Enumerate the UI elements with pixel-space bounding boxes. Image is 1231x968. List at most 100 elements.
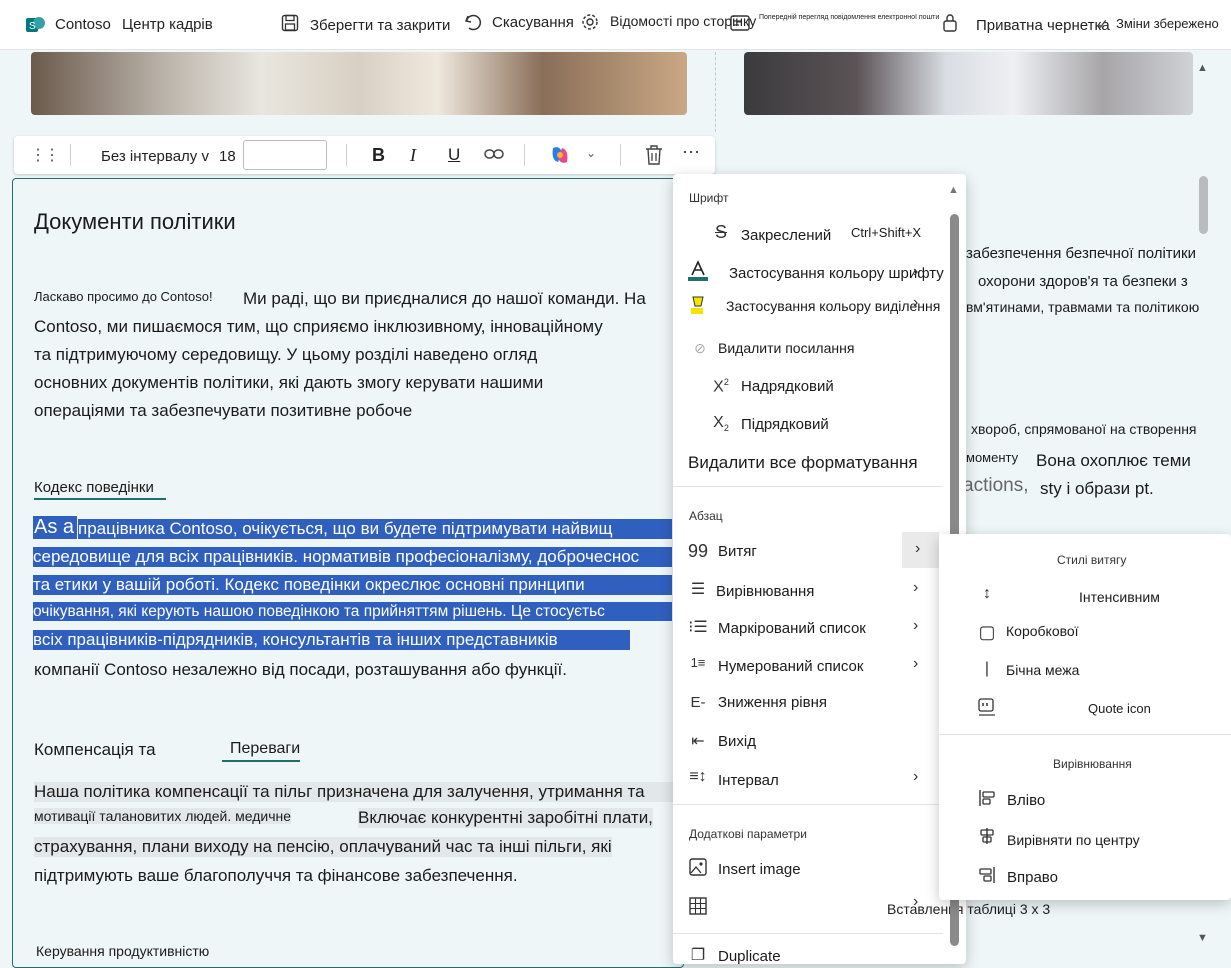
style-dropdown[interactable]: Без інтервалу v: [101, 148, 209, 165]
strikethrough-icon: S: [714, 222, 727, 242]
quote-icon-item[interactable]: Quote icon: [1088, 701, 1151, 716]
superscript-icon: X2: [713, 377, 729, 396]
hero-image-right: [744, 52, 1193, 115]
gear-icon: [580, 12, 600, 37]
intensive-quote-item[interactable]: Інтенсивним: [1079, 589, 1160, 605]
trash-icon[interactable]: [644, 144, 664, 171]
numbered-list-item[interactable]: Нумерований список: [718, 658, 863, 675]
benefits-link[interactable]: Переваги: [222, 740, 301, 762]
highlight-color-item[interactable]: Застосування кольору виділення: [726, 298, 940, 314]
scroll-up-icon[interactable]: ▲: [1197, 62, 1208, 74]
hero-image-left: [31, 52, 687, 115]
font-color-item[interactable]: Застосування кольору шрифту: [729, 265, 944, 282]
underline-icon[interactable]: U: [448, 145, 460, 165]
compensation-line: Наша політика компенсації та пільг призн…: [34, 782, 682, 802]
duplicate-item[interactable]: Duplicate: [718, 948, 781, 965]
right-column-text: вм'ятинами, травмами та політикою: [966, 299, 1200, 315]
bulleted-list-icon: ⁝☰: [688, 619, 708, 636]
chevron-right-icon: ›: [913, 768, 919, 785]
compensation-heading: Компенсація та: [34, 740, 156, 759]
bold-icon[interactable]: B: [372, 145, 385, 166]
right-column-text: actions,: [963, 475, 1029, 496]
toolbar-separator: [620, 144, 621, 166]
conduct-line: компанії Contoso незалежно від посади, р…: [34, 660, 568, 679]
selected-text: та етики у вашій роботі. Кодекс поведінк…: [33, 575, 672, 595]
align-left-item[interactable]: Вліво: [1007, 792, 1045, 809]
numbered-list-icon: 1≡: [690, 655, 706, 670]
quote-submenu-button[interactable]: [902, 532, 939, 568]
copilot-icon[interactable]: [549, 144, 571, 171]
selected-text: середовище для всіх працівників. нормати…: [33, 547, 672, 567]
intro-line: операціями та забезпечувати позитивне ро…: [34, 401, 413, 420]
subscript-item[interactable]: Підрядковий: [741, 416, 829, 433]
compensation-line: страхування, плани виходу на пенсію, опл…: [34, 837, 612, 857]
bulleted-list-item[interactable]: Маркірований список: [718, 620, 866, 637]
section-divider: [715, 52, 716, 132]
chevron-right-icon: ›: [915, 540, 921, 557]
outdent-icon: ⇤: [691, 733, 705, 750]
spacing-item[interactable]: Інтервал: [718, 772, 779, 789]
remove-link-item[interactable]: Видалити посилання: [718, 340, 854, 356]
selected-text: очікування, які керують нашою поведінкою…: [33, 602, 672, 621]
right-column-text: забезпечення безпечної політики: [966, 245, 1196, 262]
strikethrough-item[interactable]: Закреслений: [741, 227, 831, 244]
svg-text:S: S: [29, 21, 36, 32]
font-color-icon: [687, 260, 709, 287]
drag-handle-icon[interactable]: ⋮⋮: [30, 145, 60, 165]
scrollbar-thumb[interactable]: [1199, 176, 1208, 234]
strikethrough-shortcut: Ctrl+Shift+X: [851, 225, 922, 240]
style-label: Без інтервалу: [101, 148, 198, 165]
link-icon[interactable]: [484, 147, 504, 166]
intro-line: Contoso, ми пишаємося тим, що сприяємо і…: [34, 317, 603, 336]
scroll-up-icon[interactable]: ▲: [948, 184, 959, 196]
more-options-section-label: Додаткові параметри: [689, 827, 807, 841]
scroll-down-icon[interactable]: ▼: [1197, 932, 1208, 944]
font-size-input[interactable]: [243, 140, 327, 170]
align-left-icon: [976, 789, 998, 812]
chevron-right-icon: ›: [913, 579, 919, 596]
quote-item-row[interactable]: [673, 534, 939, 568]
insert-table-item[interactable]: Вставлення таблиці 3 x 3: [887, 901, 1050, 917]
conduct-heading: Кодекс поведінки: [34, 479, 166, 500]
superscript-item[interactable]: Надрядковий: [741, 378, 834, 395]
quote-icon-style-icon: [976, 697, 998, 722]
page-title[interactable]: Центр кадрів: [122, 16, 213, 33]
menu-divider: [673, 933, 943, 934]
toolbar-separator: [524, 144, 525, 166]
clear-formatting-item[interactable]: Видалити все форматування: [688, 453, 918, 473]
decrease-indent-icon: E-: [690, 694, 706, 711]
decrease-indent-item[interactable]: Зниження рівня: [718, 694, 827, 711]
side-border-item[interactable]: Бічна межа: [1006, 662, 1079, 678]
save-icon: [281, 14, 299, 37]
intensive-quote-icon: ↕: [983, 585, 991, 602]
align-right-icon: [976, 866, 998, 889]
align-center-item[interactable]: Вирівняти по центру: [1007, 832, 1140, 848]
email-preview-button[interactable]: Попередній перегляд повідомлення електро…: [759, 14, 939, 21]
more-options-icon[interactable]: ⋯: [682, 142, 700, 163]
alignment-item[interactable]: Вирівнювання: [716, 583, 814, 600]
alignment-section-label: Вирівнювання: [1053, 757, 1132, 771]
selected-text: працівника Contoso, очікується, що ви бу…: [78, 519, 672, 539]
email-preview-icon: [730, 14, 750, 37]
font-size-value[interactable]: 18: [219, 148, 236, 165]
align-center-icon: [976, 827, 998, 850]
chevron-right-icon: ›: [913, 294, 919, 311]
text-formatting-toolbar: ⋮⋮ Без інтервалу v 18 B I U ⌄ ⋯: [14, 136, 715, 174]
discard-button[interactable]: Скасування: [492, 14, 574, 31]
boxed-quote-item[interactable]: Коробкової: [1006, 623, 1079, 639]
toolbar-separator: [70, 144, 71, 166]
duplicate-icon: ❐: [690, 947, 706, 964]
italic-icon[interactable]: I: [410, 145, 416, 166]
insert-image-item[interactable]: Insert image: [718, 861, 801, 878]
site-name[interactable]: Contoso: [55, 16, 111, 33]
right-column-text: Вона охоплює теми: [1036, 451, 1191, 470]
align-right-item[interactable]: Вправо: [1007, 869, 1058, 886]
outdent-item[interactable]: Вихід: [718, 733, 756, 750]
alignment-icon: ☰: [690, 581, 706, 598]
chevron-down-icon[interactable]: ⌄: [586, 146, 596, 160]
save-and-close-button[interactable]: Зберегти та закрити: [310, 17, 450, 34]
sharepoint-logo-icon: S: [26, 15, 46, 40]
selected-text: As a: [33, 516, 78, 539]
quote-item[interactable]: Витяг: [718, 543, 757, 560]
check-icon: ✓: [1097, 16, 1109, 32]
